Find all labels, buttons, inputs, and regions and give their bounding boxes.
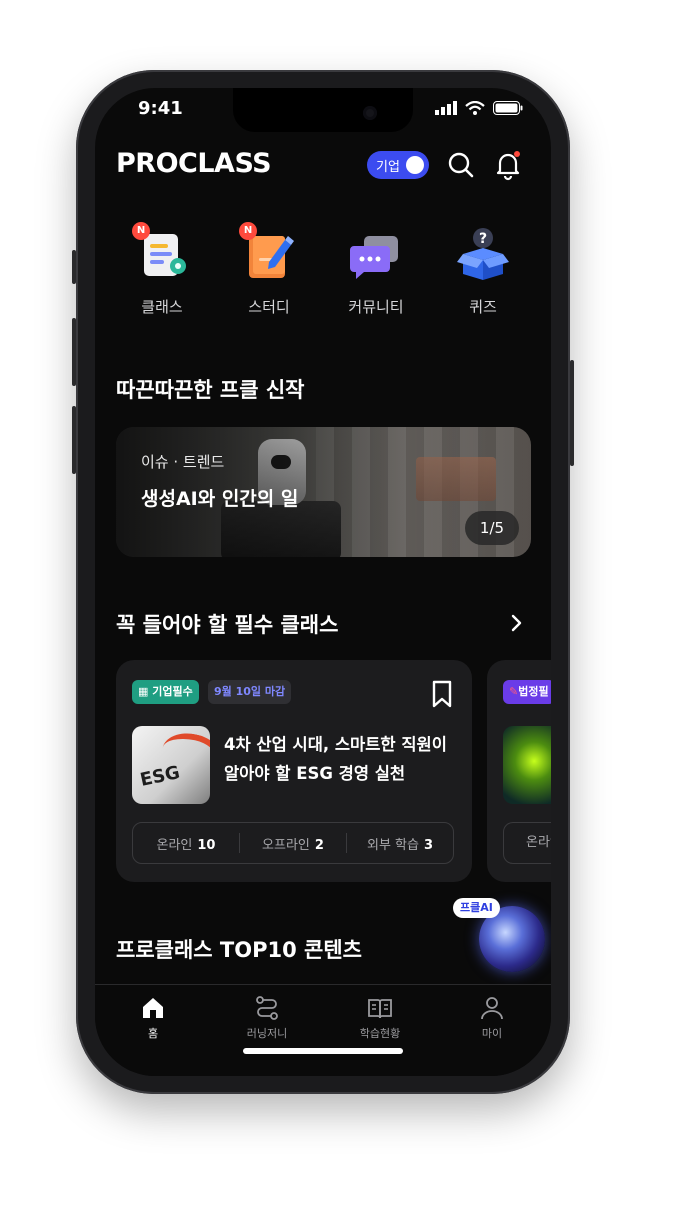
volume-up-button	[72, 318, 76, 386]
stat-value: 10	[197, 837, 216, 853]
pin-icon: ✎	[509, 685, 519, 698]
lock-thumbnail	[503, 726, 551, 804]
menu-item-label: 클래스	[141, 298, 183, 316]
tab-label: 학습현황	[359, 1027, 401, 1040]
home-indicator[interactable]	[243, 1048, 403, 1054]
tab-learning-journey[interactable]: 러닝저니	[227, 995, 307, 1041]
tab-my[interactable]: 마이	[452, 995, 532, 1041]
class-card[interactable]: ▦ 기업필수 9월 10일 마감 ESG 4차 산업 시대, 스마트한 직원이 …	[116, 660, 472, 882]
featured-banner[interactable]: 이슈 · 트렌드 생성AI와 인간의 일 1/5	[116, 427, 531, 557]
volume-down-button	[72, 406, 76, 474]
toggle-knob	[406, 156, 424, 174]
stat-label: 오프라인	[262, 837, 310, 853]
stat-value: 2	[314, 837, 324, 853]
new-badge: N	[239, 222, 257, 240]
legal-badge: ✎법정필	[503, 680, 551, 704]
notification-bell-icon[interactable]	[492, 149, 524, 181]
tab-home[interactable]: 홈	[113, 995, 193, 1041]
stat-value: 3	[423, 837, 434, 853]
stat-label: 외부 학습	[366, 837, 419, 853]
status-time: 9:41	[138, 98, 183, 119]
bookmark-icon[interactable]	[430, 680, 454, 708]
building-icon: ▦	[138, 685, 153, 698]
book-icon	[368, 999, 392, 1019]
menu-item-community[interactable]: 커뮤니티	[336, 228, 416, 317]
person-icon	[481, 997, 503, 1020]
svg-text:?: ?	[479, 231, 487, 247]
search-icon[interactable]	[445, 149, 477, 181]
ai-assistant-label: 프클AI	[453, 898, 500, 918]
community-icon	[348, 228, 404, 284]
mute-switch	[72, 250, 76, 284]
menu-item-label: 커뮤니티	[348, 298, 404, 316]
study-icon: N	[239, 222, 297, 284]
stat-label: 온라인	[156, 837, 193, 853]
notch	[233, 88, 413, 132]
menu-item-label: 스터디	[248, 298, 290, 316]
class-title: 4차 산업 시대, 스마트한 직원이 알아야 할 ESG 경영 실천	[224, 735, 447, 783]
stat-online: 온라인 10	[133, 834, 239, 853]
tab-label: 러닝저니	[246, 1027, 288, 1040]
stat-offline: 오프라인 2	[240, 834, 346, 853]
banner-category: 이슈 · 트렌드	[141, 453, 225, 471]
wifi-icon	[465, 101, 485, 115]
quick-menu: N 클래스 N 스터디 커뮤니티 ? 퀴즈	[95, 222, 551, 328]
menu-item-quiz[interactable]: ? 퀴즈	[443, 228, 523, 317]
deadline-badge: 9월 10일 마감	[208, 680, 292, 704]
app-screen: 9:41 PROCLASS 기업 N 클래스 N 스터디 커뮤니티 ? 퀴즈 따…	[95, 88, 551, 1076]
banner-title: 생성AI와 인간의 일	[141, 488, 299, 510]
signal-icon	[435, 101, 457, 115]
home-icon	[143, 998, 163, 1018]
tab-label: 마이	[481, 1027, 503, 1040]
required-badge: ▦ 기업필수	[132, 680, 199, 704]
journey-icon	[256, 996, 278, 1020]
tab-label: 홈	[147, 1027, 159, 1040]
battery-icon	[493, 101, 523, 115]
quiz-icon: ?	[455, 228, 511, 284]
chevron-right-icon[interactable]	[505, 612, 527, 634]
class-thumbnail: ESG	[132, 726, 210, 804]
class-icon: N	[132, 222, 190, 284]
enterprise-toggle[interactable]: 기업	[367, 151, 429, 179]
required-section-title: 꼭 들어야 할 필수 클래스	[116, 613, 339, 637]
menu-item-study[interactable]: N 스터디	[229, 222, 309, 317]
required-badge-label: 기업필수	[152, 685, 193, 698]
class-stats: 온라인 10 오프라인 2 외부 학습 3	[132, 822, 454, 864]
app-header: PROCLASS 기업	[95, 144, 551, 188]
status-icons	[435, 101, 523, 115]
phone-frame: 9:41 PROCLASS 기업 N 클래스 N 스터디 커뮤니티 ? 퀴즈 따…	[72, 70, 574, 1094]
toggle-label: 기업	[376, 159, 400, 175]
class-card-next[interactable]: ✎법정필 온라인	[487, 660, 551, 882]
banner-pager: 1/5	[465, 511, 519, 545]
legal-badge-label: 법정필	[518, 685, 549, 698]
thumbnail-text: ESG	[138, 762, 182, 791]
camera	[363, 106, 377, 120]
power-button	[570, 360, 574, 466]
new-badge: N	[132, 222, 150, 240]
stat-external: 외부 학습 3	[347, 834, 453, 853]
bottom-tab-bar: 홈 러닝저니 학습현황 마이	[95, 984, 551, 1076]
menu-item-class[interactable]: N 클래스	[122, 222, 202, 317]
new-section-title: 따끈따끈한 프클 신작	[116, 378, 305, 402]
class-stats-next: 온라인	[503, 822, 551, 864]
app-logo[interactable]: PROCLASS	[116, 148, 272, 179]
tab-learning-status[interactable]: 학습현황	[340, 995, 420, 1041]
menu-item-label: 퀴즈	[469, 298, 497, 316]
top10-section-title: 프로클래스 TOP10 콘텐츠	[116, 938, 362, 962]
